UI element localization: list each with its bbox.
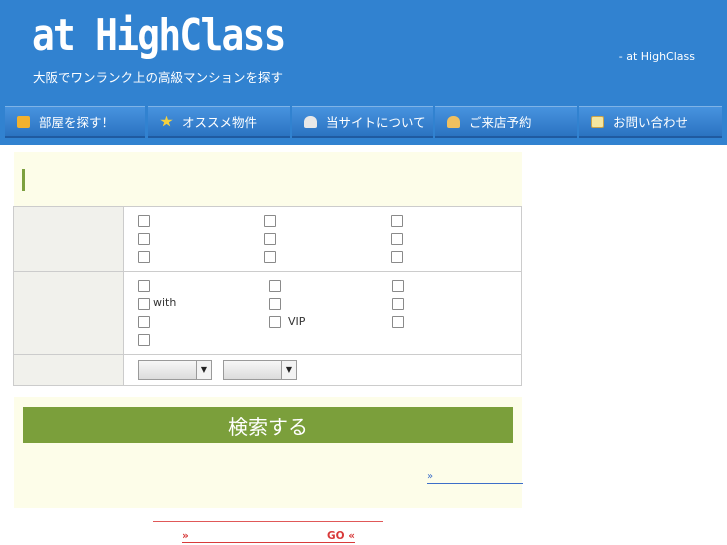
checkbox-label-vip: VIP	[288, 315, 306, 328]
search-row-area	[14, 207, 521, 272]
go-link-label: GO «	[327, 530, 355, 542]
site-tagline: 大阪でワンランク上の高級マンションを探す	[33, 70, 284, 85]
nav-item-label: 当サイトについて	[326, 115, 426, 130]
left-gutter	[0, 152, 14, 545]
house-icon	[17, 115, 30, 128]
nav-item-reservation[interactable]: ご来店予約	[435, 106, 577, 138]
checkbox[interactable]	[269, 280, 281, 292]
search-row-label	[14, 355, 124, 385]
go-link[interactable]: » GO «	[182, 530, 355, 543]
price-min-select[interactable]: ▼	[138, 360, 212, 380]
info-panel: »	[14, 452, 523, 508]
search-button-area: 検索する	[14, 397, 522, 452]
search-form-table: with VIP ▼ ▼	[13, 206, 522, 386]
checkbox[interactable]	[392, 316, 404, 328]
search-row-label	[14, 207, 124, 271]
more-link[interactable]: »	[427, 472, 523, 484]
chevron-down-icon: ▼	[281, 361, 296, 379]
checkbox-with[interactable]	[138, 298, 150, 310]
mail-icon	[591, 115, 604, 128]
checkbox[interactable]	[392, 298, 404, 310]
checkbox[interactable]	[138, 316, 150, 328]
people-icon	[447, 115, 460, 128]
right-sidebar	[522, 152, 727, 545]
nav-item-label: 部屋を探す！	[39, 115, 115, 130]
search-row-features: with VIP	[14, 272, 521, 355]
checkbox[interactable]	[392, 280, 404, 292]
search-row-price: ▼ ▼	[14, 355, 521, 385]
section-header-bar	[22, 169, 25, 191]
checkbox[interactable]	[269, 298, 281, 310]
checkbox[interactable]	[264, 233, 276, 245]
nav-divider	[0, 145, 727, 152]
star-icon	[160, 115, 173, 127]
header-site-name: - at HighClass	[618, 50, 695, 63]
checkbox-vip[interactable]	[269, 316, 281, 328]
nav-item-search-rooms[interactable]: 部屋を探す！	[5, 106, 145, 138]
search-button[interactable]: 検索する	[23, 407, 513, 443]
checkbox[interactable]	[138, 251, 150, 263]
nav-item-contact[interactable]: お問い合わせ	[579, 106, 722, 138]
nav-item-recommended[interactable]: オススメ物件	[148, 106, 290, 138]
main-nav: 部屋を探す！ オススメ物件 当サイトについて ご来店予約 お問い合わせ	[0, 101, 727, 145]
site-header: at HighClass 大阪でワンランク上の高級マンションを探す - at H…	[0, 0, 727, 101]
checkbox[interactable]	[138, 334, 150, 346]
nav-item-label: ご来店予約	[469, 115, 532, 130]
checkbox-label-with: with	[153, 296, 177, 309]
checkbox[interactable]	[138, 233, 150, 245]
section-header	[14, 152, 522, 206]
search-row-label	[14, 272, 124, 354]
checkbox[interactable]	[138, 280, 150, 292]
chevron-down-icon: ▼	[196, 361, 211, 379]
checkbox[interactable]	[138, 215, 150, 227]
nav-item-label: お問い合わせ	[613, 115, 689, 130]
nav-item-about[interactable]: 当サイトについて	[292, 106, 433, 138]
checkbox[interactable]	[391, 233, 403, 245]
checkbox[interactable]	[391, 215, 403, 227]
checkbox[interactable]	[391, 251, 403, 263]
person-icon	[304, 115, 317, 128]
nav-item-label: オススメ物件	[182, 115, 258, 130]
go-link-left: »	[182, 530, 189, 542]
divider-line	[153, 521, 383, 522]
checkbox[interactable]	[264, 215, 276, 227]
checkbox[interactable]	[264, 251, 276, 263]
price-max-select[interactable]: ▼	[223, 360, 297, 380]
site-logo[interactable]: at HighClass	[32, 10, 286, 62]
